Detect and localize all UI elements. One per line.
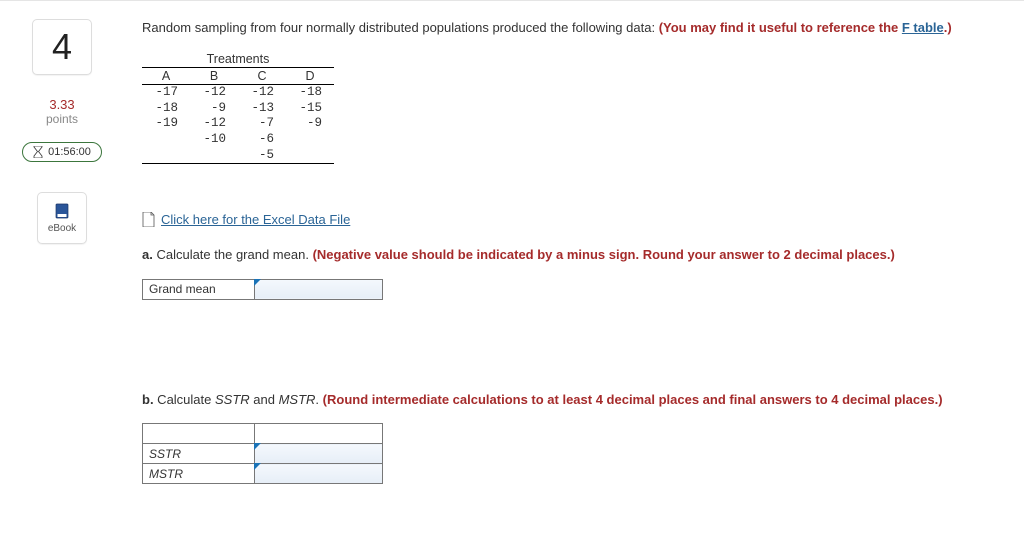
- mstr-cell[interactable]: [255, 464, 383, 484]
- grand-mean-label: Grand mean: [143, 279, 255, 299]
- treatments-table: Treatments A B C D -17-12-12-18 -18-9-13…: [142, 51, 334, 164]
- part-a-prompt: a. Calculate the grand mean. (Negative v…: [142, 245, 1012, 265]
- table-row: -5: [142, 148, 334, 164]
- excel-file-link[interactable]: Click here for the Excel Data File: [161, 212, 350, 227]
- part-b-and: and: [250, 392, 279, 407]
- part-a-text: Calculate the grand mean.: [153, 247, 313, 262]
- col-header: B: [190, 68, 238, 85]
- f-table-link[interactable]: F table: [902, 20, 944, 35]
- prompt-hint-suffix: .): [944, 20, 952, 35]
- question-prompt: Random sampling from four normally distr…: [142, 19, 1012, 37]
- question-number: 4: [32, 19, 92, 75]
- table-row: -18-9-13-15: [142, 101, 334, 117]
- col-header: C: [238, 68, 286, 85]
- part-b-prompt: b. Calculate SSTR and MSTR. (Round inter…: [142, 390, 1012, 410]
- timer-pill: 01:56:00: [22, 142, 102, 162]
- file-icon: [142, 212, 155, 227]
- ebook-label: eBook: [48, 223, 76, 234]
- table-row: -17-12-12-18: [142, 85, 334, 101]
- points-value: 3.33: [49, 97, 74, 112]
- col-header: D: [286, 68, 334, 85]
- part-a-label: a.: [142, 247, 153, 262]
- book-icon: [55, 203, 69, 219]
- sstr-label: SSTR: [143, 444, 255, 464]
- grand-mean-cell[interactable]: [255, 279, 383, 299]
- mstr-input[interactable]: [255, 464, 382, 483]
- points-label: points: [46, 112, 78, 126]
- sstr-mstr-table: SSTR MSTR: [142, 423, 383, 484]
- grand-mean-input[interactable]: [255, 280, 382, 299]
- part-b-label: b.: [142, 392, 154, 407]
- part-b-sstr: SSTR: [215, 392, 250, 407]
- ebook-button[interactable]: eBook: [37, 192, 87, 244]
- prompt-hint-prefix: (You may find it useful to reference the: [659, 20, 902, 35]
- part-b-period: .: [315, 392, 322, 407]
- col-header: A: [142, 68, 190, 85]
- hourglass-icon: [33, 146, 43, 158]
- part-a-hint: (Negative value should be indicated by a…: [313, 247, 895, 262]
- part-b-hint: (Round intermediate calculations to at l…: [323, 392, 943, 407]
- part-b-mstr: MSTR: [279, 392, 316, 407]
- grand-mean-table: Grand mean: [142, 279, 383, 300]
- sstr-cell[interactable]: [255, 444, 383, 464]
- table-row: -19-12-7-9: [142, 116, 334, 132]
- mstr-label: MSTR: [143, 464, 255, 484]
- table-row: -10-6: [142, 132, 334, 148]
- sstr-input[interactable]: [255, 444, 382, 463]
- part-b-text-pre: Calculate: [154, 392, 215, 407]
- prompt-text: Random sampling from four normally distr…: [142, 20, 659, 35]
- timer-value: 01:56:00: [48, 146, 91, 158]
- table-title: Treatments: [142, 51, 334, 68]
